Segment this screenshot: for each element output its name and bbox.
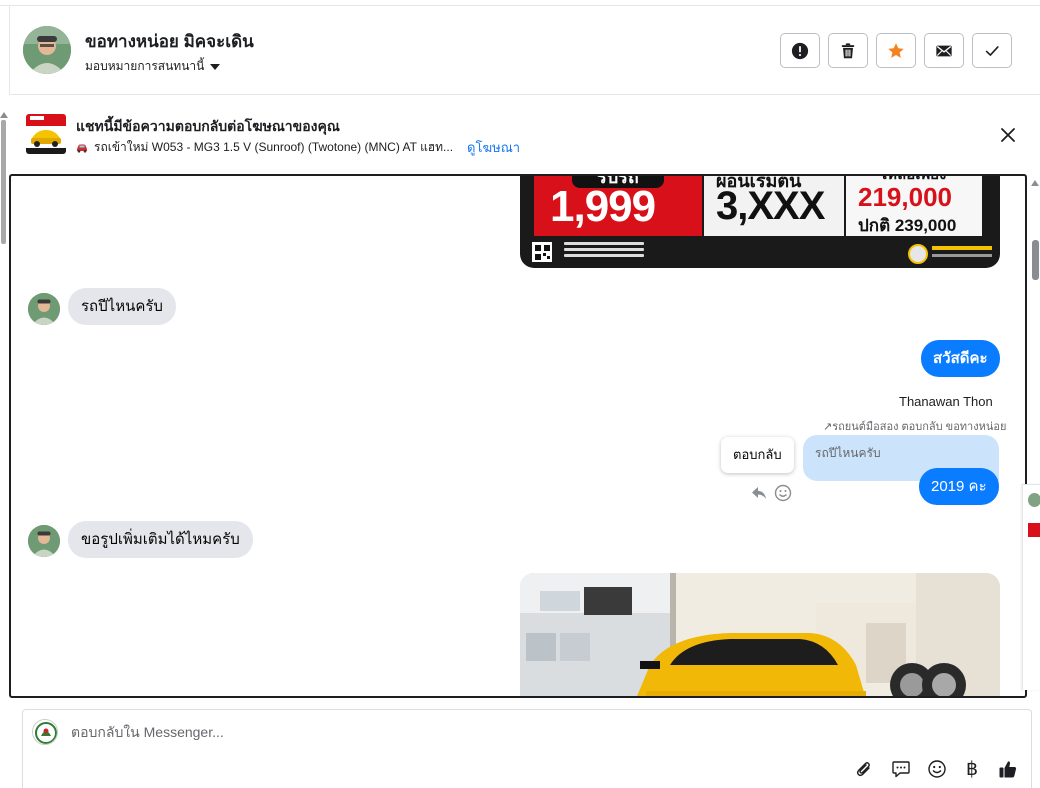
message-input[interactable] [71,720,671,744]
assign-conversation-dropdown[interactable]: มอบหมายการสนทนานี้ [85,57,221,76]
contact-avatar-thumb[interactable] [1028,493,1040,507]
promo-contact-info [564,242,644,260]
attach-button[interactable] [853,758,875,780]
message-thread[interactable]: รับรถ 1,999 ผ่อนเริ่มต้น 3,XXX เหลือเพีย… [9,174,1027,698]
dealer-logo-sub [932,254,992,257]
like-button[interactable] [997,758,1019,780]
baht-icon: ฿ [965,758,979,780]
star-button[interactable] [876,33,916,68]
scroll-up-icon [0,112,8,118]
payment-button[interactable]: ฿ [961,758,983,780]
reply-icon [752,487,766,499]
ad-banner-subtitle: รถเข้าใหม่ W053 - MG3 1.5 V (Sunroof) (T… [94,140,454,154]
delete-button[interactable] [828,33,868,68]
mark-unread-button[interactable] [924,33,964,68]
car-photo-message[interactable] [520,573,1000,696]
report-button[interactable] [780,33,820,68]
thumbs-up-icon [999,761,1017,778]
reply-meta: ↗รถยนต์มือสอง ตอบกลับ ขอทางหน่อย [823,417,1006,435]
incoming-message[interactable]: รถปีไหนครับ [68,288,176,325]
contact-name: ขอทางหน่อย มิคจะเดิน [85,32,254,51]
qr-code-icon [532,242,552,262]
incoming-message[interactable]: ขอรูปเพิ่มเติมได้ไหมครับ [68,521,253,558]
left-scrollbar[interactable] [0,112,8,248]
exclamation-circle-icon [791,42,809,59]
side-panel[interactable] [1022,484,1040,690]
saved-replies-button[interactable] [890,758,912,780]
scroll-up-icon [1031,180,1039,186]
envelope-icon [936,45,952,56]
reply-tooltip: ตอบกลับ [721,437,794,473]
promo-price-1: 1,999 [550,182,656,231]
smiley-icon [774,484,792,502]
close-icon [1001,128,1015,142]
caret-down-icon [210,63,221,70]
react-button[interactable] [774,484,792,502]
dealer-logo-mark [932,246,992,250]
chat-bubble-icon [892,761,910,778]
outgoing-message[interactable]: 2019 คะ [919,468,999,505]
emoji-button[interactable] [926,758,948,780]
ad-thumbnail [26,114,66,154]
ad-thumb[interactable] [1028,523,1040,537]
check-icon [985,45,999,56]
reply-meta-text: รถยนต์มือสอง ตอบกลับ ขอทางหน่อย [832,421,1007,433]
paperclip-icon [856,762,870,777]
reply-button[interactable] [750,484,768,502]
outgoing-message[interactable]: สวัสดีคะ [921,340,1000,377]
promo-right-normal: ปกติ 239,000 [858,216,957,235]
star-icon [888,42,904,58]
sender-name: Thanawan Thon [899,394,993,409]
page-avatar [32,719,58,745]
view-ad-link[interactable]: ดูโฆษณา [467,137,520,158]
car-icon [77,144,87,153]
thread-scrollbar-thumb[interactable] [1032,240,1039,280]
smiley-icon [928,760,946,778]
promo-right-price: 219,000 [858,182,952,212]
message-composer: ฿ [22,709,1032,788]
close-banner-button[interactable] [998,125,1018,145]
ad-banner-title: แชทนี้มีข้อความตอบกลับต่อโฆษณาของคุณ [76,118,340,134]
reply-arrow-icon: ↗ [823,421,833,433]
contact-avatar[interactable] [23,26,71,74]
sender-avatar[interactable] [28,525,60,557]
promo-image-message[interactable]: รับรถ 1,999 ผ่อนเริ่มต้น 3,XXX เหลือเพีย… [520,176,1000,268]
mark-done-button[interactable] [972,33,1012,68]
ad-banner-subtitle-row: รถเข้าใหม่ W053 - MG3 1.5 V (Sunroof) (T… [76,137,520,158]
left-scrollbar-thumb[interactable] [1,120,6,244]
trash-icon [841,42,855,58]
dealer-logo-icon [908,244,928,264]
conversation-header: ขอทางหน่อย มิคจะเดิน มอบหมายการสนทนานี้ [10,6,1040,95]
promo-price-2: 3,XXX [716,184,825,228]
inbox-conversation: ขอทางหน่อย มิคจะเดิน มอบหมายการสนทนานี้ [0,0,1040,788]
assign-label: มอบหมายการสนทนานี้ [85,59,205,73]
sender-avatar[interactable] [28,293,60,325]
ad-reply-banner: แชทนี้มีข้อความตอบกลับต่อโฆษณาของคุณ รถเ… [10,95,1040,175]
